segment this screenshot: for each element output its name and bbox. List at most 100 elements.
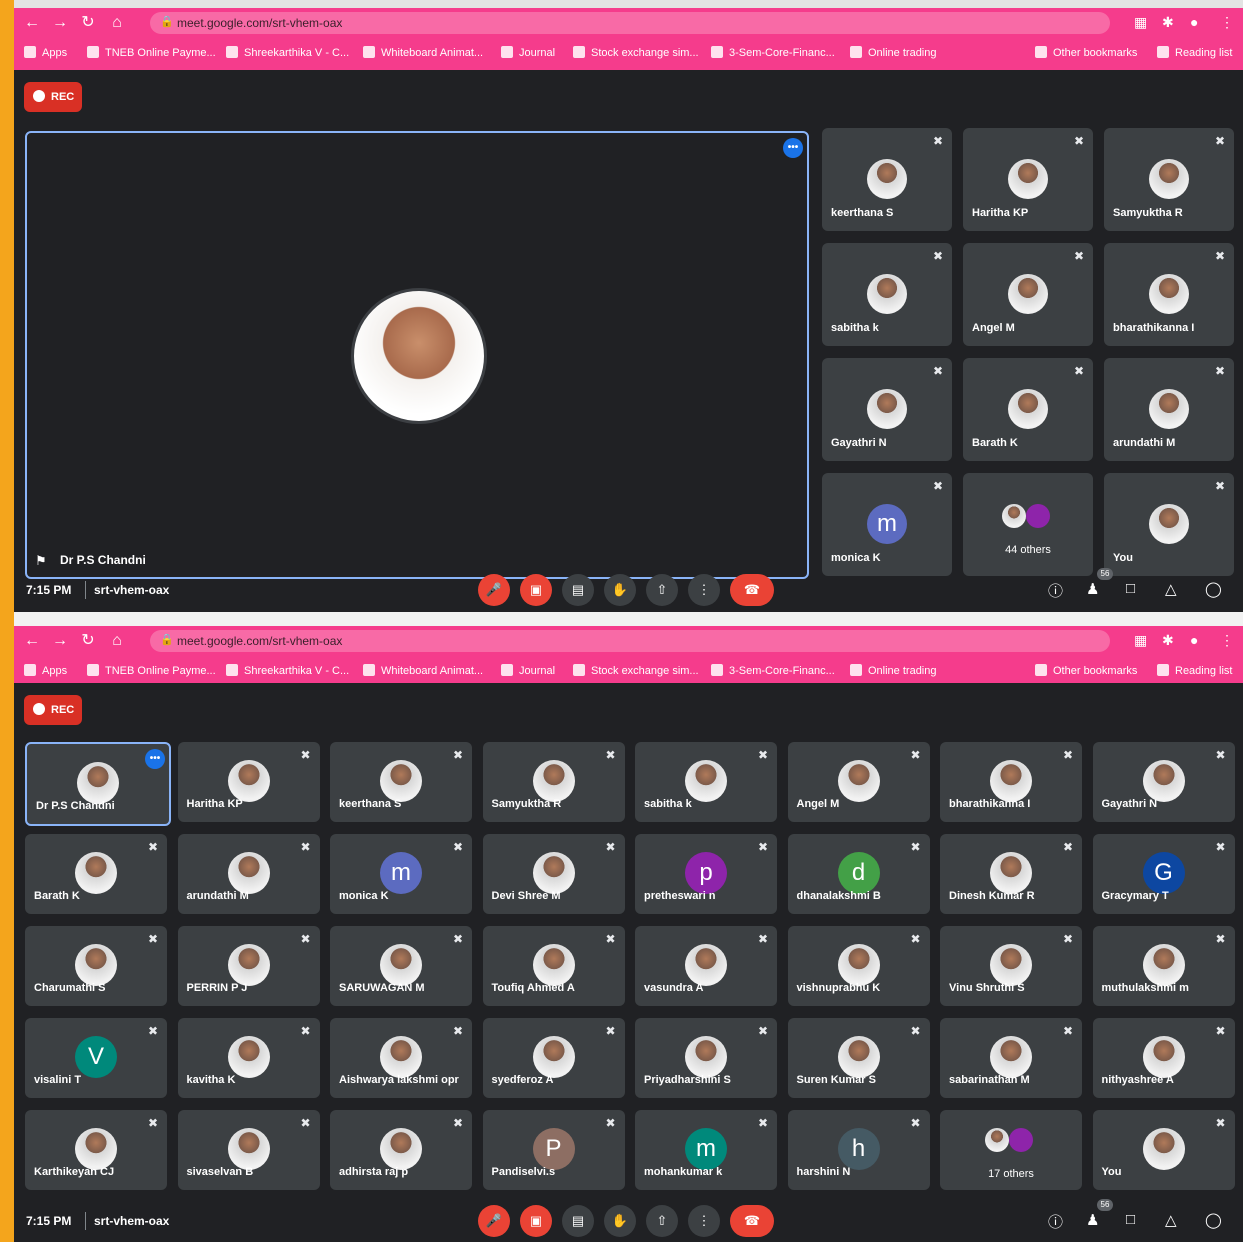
participant-tile-keerthana-s[interactable]: keerthana S ✖ (822, 128, 952, 231)
participant-tile-arundathi-m[interactable]: arundathi M ✖ (1104, 358, 1234, 461)
url-bar[interactable]: 🔒 meet.google.com/srt-vhem-oax (150, 12, 1110, 34)
participant-tile-samyuktha-r[interactable]: Samyuktha R ✖ (1104, 128, 1234, 231)
menu-icon[interactable]: ⋮ (1220, 632, 1234, 648)
puzzle-icon[interactable]: ✱ (1162, 632, 1174, 648)
url-bar[interactable]: 🔒 meet.google.com/srt-vhem-oax (150, 630, 1110, 652)
participant-tile-monica-k[interactable]: m monica K ✖ (822, 473, 952, 576)
participant-tile-sabitha-k[interactable]: sabitha k ✖ (822, 243, 952, 346)
participant-tile-you[interactable]: You ✖ (1104, 473, 1234, 576)
people-icon[interactable]: ♟ (1086, 580, 1099, 598)
forward-arrow-icon[interactable]: → (50, 632, 70, 650)
participant-tile-haritha-kp[interactable]: Haritha KP ✖ (177, 742, 320, 822)
bookmark-stock[interactable]: Stock exchange sim... (573, 44, 699, 62)
bookmark-apps[interactable]: Apps (24, 662, 67, 680)
participant-tile-mohankumar-k[interactable]: m mohankumar k ✖ (635, 1110, 777, 1190)
bookmark-other[interactable]: Other bookmarks (1035, 44, 1137, 62)
bookmark-shreekarthika[interactable]: Shreekarthika V - C... (226, 662, 349, 680)
bookmark-whiteboard[interactable]: Whiteboard Animat... (363, 44, 483, 62)
info-icon[interactable]: ⓘ (1048, 580, 1063, 601)
bookmark-tneb[interactable]: TNEB Online Payme... (87, 44, 216, 62)
captions-icon[interactable]: ▤ (562, 574, 594, 606)
present-icon[interactable]: ⇧ (646, 574, 678, 606)
bookmark-journal[interactable]: Journal (501, 44, 555, 62)
participant-tile-kavitha-k[interactable]: kavitha K ✖ (177, 1018, 320, 1098)
speaker-tile[interactable]: ••• ⚑ Dr P.S Chandni (25, 131, 809, 579)
present-icon[interactable]: ⇧ (646, 1205, 678, 1237)
bookmark-3sem[interactable]: 3-Sem-Core-Financ... (711, 662, 835, 680)
participant-tile-sabarinathan-m[interactable]: sabarinathan M ✖ (940, 1018, 1082, 1098)
participant-tile-nithyashree-a[interactable]: nithyashree A ✖ (1092, 1018, 1235, 1098)
participant-tile-adhirsta-raj-p[interactable]: adhirsta raj p ✖ (330, 1110, 472, 1190)
hangup-icon[interactable]: ☎ (730, 574, 774, 606)
bookmark-online-trading[interactable]: Online trading (850, 44, 937, 62)
reload-icon[interactable]: ↻ (78, 14, 98, 32)
bookmark-stock[interactable]: Stock exchange sim... (573, 662, 699, 680)
raise-hand-icon[interactable]: ✋ (604, 574, 636, 606)
participant-tile-44-others[interactable]: 44 others (963, 473, 1093, 576)
raise-hand-icon[interactable]: ✋ (604, 1205, 636, 1237)
participant-tile-dr-p-s-chandni[interactable]: Dr P.S Chandni ••• (25, 742, 171, 826)
participant-tile-haritha-kp[interactable]: Haritha KP ✖ (963, 128, 1093, 231)
participant-tile-visalini-t[interactable]: Vvisalini T ✖ (25, 1018, 167, 1098)
bookmark-reading-list[interactable]: Reading list (1157, 662, 1232, 680)
participant-tile-bharathikanna-i[interactable]: bharathikanna I ✖ (940, 742, 1082, 822)
participant-tile-dhanalakshmi-b[interactable]: d dhanalakshmi B ✖ (787, 834, 930, 914)
mic-off-icon[interactable]: 🎤 (478, 574, 510, 606)
participant-tile-vinu-shruthi-s[interactable]: Vinu Shruthi S ✖ (940, 926, 1082, 1006)
extensions-grid-icon[interactable]: ▦ (1134, 14, 1147, 30)
participant-tile-gracymary-t[interactable]: G Gracymary T ✖ (1092, 834, 1235, 914)
mic-off-icon[interactable]: 🎤 (478, 1205, 510, 1237)
participant-tile-angel-m[interactable]: Angel M ✖ (963, 243, 1093, 346)
participant-tile-aishwarya-lakshmi-opr[interactable]: Aishwarya lakshmi opr ✖ (330, 1018, 472, 1098)
participant-tile-monica-k[interactable]: m monica K ✖ (330, 834, 472, 914)
participant-tile-samyuktha-r[interactable]: Samyuktha R ✖ (482, 742, 625, 822)
bookmark-journal[interactable]: Journal (501, 662, 555, 680)
camera-off-icon[interactable]: ▣ (520, 1205, 552, 1237)
profile-icon[interactable]: ● (1190, 14, 1198, 30)
bookmark-other[interactable]: Other bookmarks (1035, 662, 1137, 680)
participant-tile-keerthana-s[interactable]: keerthana S ✖ (330, 742, 472, 822)
forward-arrow-icon[interactable]: → (50, 14, 70, 32)
participant-tile-arundathi-m[interactable]: arundathi M ✖ (177, 834, 320, 914)
participant-tile-vasundra-a[interactable]: vasundra A ✖ (635, 926, 777, 1006)
host-controls-icon[interactable]: ◯ (1205, 1211, 1222, 1229)
chat-icon[interactable]: □ (1126, 1211, 1135, 1228)
bookmark-shreekarthika[interactable]: Shreekarthika V - C... (226, 44, 349, 62)
info-icon[interactable]: ⓘ (1048, 1211, 1063, 1232)
people-icon[interactable]: ♟ (1086, 1211, 1099, 1229)
participant-tile-saruwagan-m[interactable]: SARUWAGAN M ✖ (330, 926, 472, 1006)
participant-tile-vishnuprabhu-k[interactable]: vishnuprabhu K ✖ (787, 926, 930, 1006)
activities-icon[interactable]: △ (1165, 1211, 1177, 1229)
participant-tile-you[interactable]: You ✖ (1092, 1110, 1235, 1190)
participant-tile-dinesh-kumar-r[interactable]: Dinesh Kumar R ✖ (940, 834, 1082, 914)
puzzle-icon[interactable]: ✱ (1162, 14, 1174, 30)
extensions-grid-icon[interactable]: ▦ (1134, 632, 1147, 648)
bookmark-whiteboard[interactable]: Whiteboard Animat... (363, 662, 483, 680)
participant-tile-gayathri-n[interactable]: Gayathri N ✖ (822, 358, 952, 461)
participant-tile-suren-kumar-s[interactable]: Suren Kumar S ✖ (787, 1018, 930, 1098)
participant-tile-pandiselvi-s[interactable]: P Pandiselvi.s ✖ (482, 1110, 625, 1190)
bookmark-reading-list[interactable]: Reading list (1157, 44, 1232, 62)
participant-tile-17-others[interactable]: 17 others (940, 1110, 1082, 1190)
home-icon[interactable]: ⌂ (107, 632, 127, 650)
participant-tile-barath-k[interactable]: Barath K ✖ (963, 358, 1093, 461)
back-arrow-icon[interactable]: ← (22, 14, 42, 32)
bookmark-3sem[interactable]: 3-Sem-Core-Financ... (711, 44, 835, 62)
bookmark-tneb[interactable]: TNEB Online Payme... (87, 662, 216, 680)
participant-tile-perrin-p-j[interactable]: PERRIN P J ✖ (177, 926, 320, 1006)
participant-tile-gayathri-n[interactable]: Gayathri N ✖ (1092, 742, 1235, 822)
menu-icon[interactable]: ⋮ (1220, 14, 1234, 30)
participant-tile-pretheswari-n[interactable]: p pretheswari n ✖ (635, 834, 777, 914)
more-icon[interactable]: ⋮ (688, 574, 720, 606)
back-arrow-icon[interactable]: ← (22, 632, 42, 650)
host-controls-icon[interactable]: ◯ (1205, 580, 1222, 598)
participant-tile-karthikeyan-cj[interactable]: Karthikeyan CJ ✖ (25, 1110, 167, 1190)
bookmark-apps[interactable]: Apps (24, 44, 67, 62)
participant-tile-charumathi-s[interactable]: Charumathi S ✖ (25, 926, 167, 1006)
home-icon[interactable]: ⌂ (107, 14, 127, 32)
reload-icon[interactable]: ↻ (78, 632, 98, 650)
participant-tile-sabitha-k[interactable]: sabitha k ✖ (635, 742, 777, 822)
participant-tile-priyadharshini-s[interactable]: Priyadharshini S ✖ (635, 1018, 777, 1098)
bookmark-online-trading[interactable]: Online trading (850, 662, 937, 680)
more-icon[interactable]: ⋮ (688, 1205, 720, 1237)
